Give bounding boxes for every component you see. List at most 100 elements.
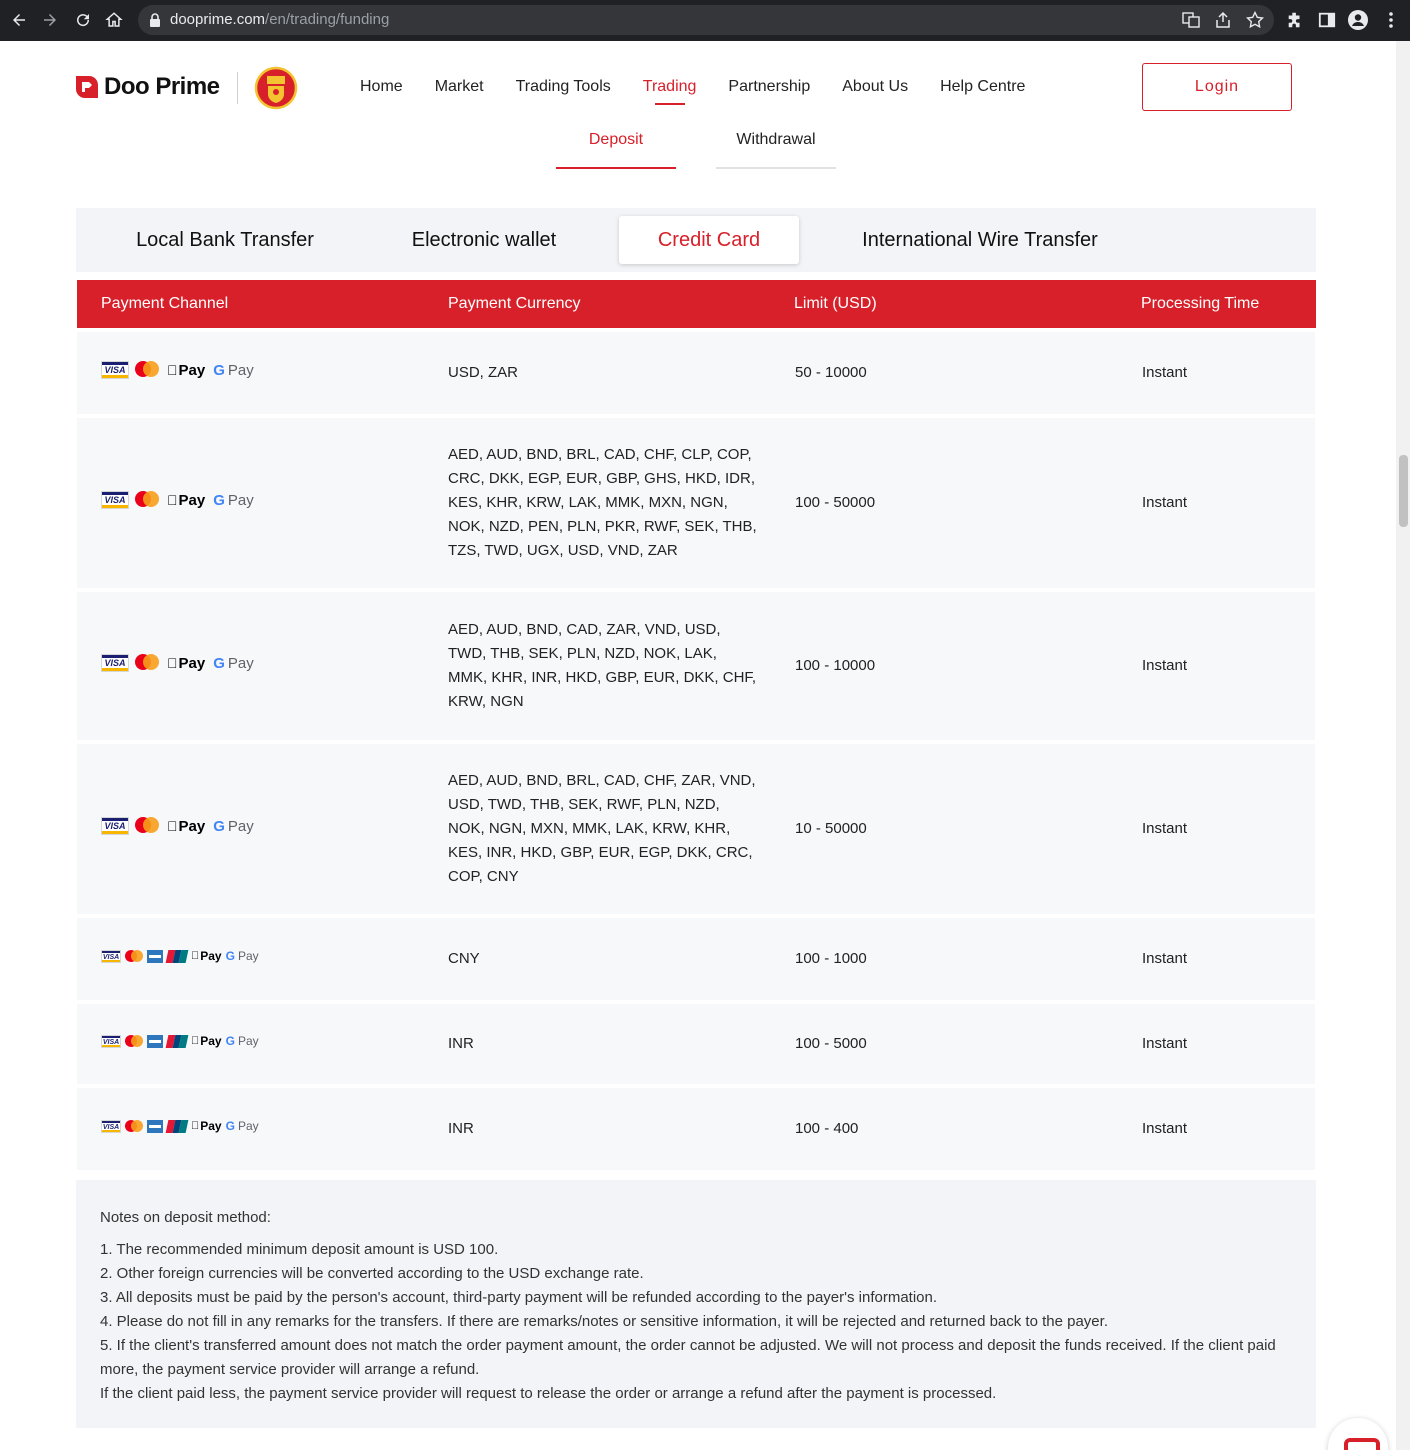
payment-channel-icons: VISA Pay GPay xyxy=(101,1034,259,1048)
address-bar[interactable]: dooprime.com/en/trading/funding xyxy=(138,5,1274,35)
table-header: Payment Channel Payment Currency Limit (… xyxy=(77,280,1316,328)
unionpay-icon xyxy=(165,949,189,963)
tab-international-wire-transfer[interactable]: International Wire Transfer xyxy=(846,216,1114,264)
processing-time-cell: Instant xyxy=(1142,1120,1188,1137)
home-icon[interactable] xyxy=(101,7,127,33)
tab-electronic-wallet[interactable]: Electronic wallet xyxy=(376,216,592,264)
table-row: VISA Pay GPay CNY 100 - 1000 Instant xyxy=(77,918,1315,1000)
google-pay-icon: G Pay xyxy=(202,361,254,379)
visa-icon: VISA xyxy=(101,654,129,672)
nav-help-centre[interactable]: Help Centre xyxy=(940,78,1025,96)
scrollbar-thumb[interactable] xyxy=(1399,455,1408,527)
extensions-icon[interactable] xyxy=(1285,10,1305,30)
apple-pay-icon: Pay xyxy=(191,1119,222,1133)
logo-divider xyxy=(237,72,238,104)
mastercard-icon xyxy=(135,361,161,379)
deposit-notes: Notes on deposit method: 1. The recommen… xyxy=(76,1180,1316,1428)
table-row: VISA Pay GPay AED, AUD, BND, BRL, CAD, … xyxy=(77,418,1315,588)
reload-icon[interactable] xyxy=(70,7,96,33)
visa-icon: VISA xyxy=(101,817,129,835)
mastercard-icon xyxy=(135,491,161,509)
nav-home[interactable]: Home xyxy=(360,78,403,96)
processing-time-cell: Instant xyxy=(1142,950,1188,967)
limit-cell: 100 - 50000 xyxy=(795,494,876,511)
profile-icon[interactable] xyxy=(1348,10,1368,30)
tab-withdrawal[interactable]: Withdrawal xyxy=(716,130,836,169)
apple-pay-icon: Pay xyxy=(167,361,205,379)
nav-trading-tools[interactable]: Trading Tools xyxy=(516,78,611,96)
note-line: 3. All deposits must be paid by the pers… xyxy=(100,1289,938,1306)
nav-about-us[interactable]: About Us xyxy=(842,78,908,96)
visa-icon: VISA xyxy=(101,491,129,509)
table-row: VISA Pay GPay INR 100 - 400 Instant xyxy=(77,1088,1315,1170)
amex-icon xyxy=(147,1034,163,1048)
nav-market[interactable]: Market xyxy=(435,78,484,96)
note-line: 1. The recommended minimum deposit amoun… xyxy=(100,1241,499,1258)
payment-channel-icons: VISA Pay GPay xyxy=(101,949,259,963)
brand-mark-icon xyxy=(76,76,98,98)
apple-pay-icon: Pay xyxy=(167,654,205,672)
tab-local-bank-transfer[interactable]: Local Bank Transfer xyxy=(116,216,334,264)
processing-time-cell: Instant xyxy=(1142,820,1188,837)
visa-icon: VISA xyxy=(101,1034,121,1048)
currency-cell: INR xyxy=(448,1035,474,1052)
google-pay-icon: G Pay xyxy=(217,1034,259,1048)
processing-time-cell: Instant xyxy=(1142,364,1188,381)
limit-cell: 10 - 50000 xyxy=(795,820,867,837)
header-payment-channel: Payment Channel xyxy=(101,295,229,312)
google-pay-icon: G Pay xyxy=(202,817,254,835)
limit-cell: 50 - 10000 xyxy=(795,364,867,381)
note-line: 5. If the client's transferred amount do… xyxy=(100,1337,1276,1378)
currency-cell: AED, AUD, BND, CAD, ZAR, VND, USD, TWD, … xyxy=(448,621,757,710)
limit-cell: 100 - 1000 xyxy=(795,950,867,967)
menu-dots-icon[interactable] xyxy=(1381,10,1401,30)
table-row: VISA Pay GPay AED, AUD, BND, CAD, ZAR, … xyxy=(77,592,1315,740)
side-panel-icon[interactable] xyxy=(1317,10,1337,30)
processing-time-cell: Instant xyxy=(1142,657,1188,674)
notes-title: Notes on deposit method: xyxy=(100,1209,271,1226)
tab-deposit[interactable]: Deposit xyxy=(556,130,676,169)
currency-cell: INR xyxy=(448,1120,474,1137)
club-crest-logo xyxy=(254,66,298,110)
currency-cell: AED, AUD, BND, BRL, CAD, CHF, ZAR, VND, … xyxy=(448,772,756,885)
tab-credit-card[interactable]: Credit Card xyxy=(619,216,799,264)
google-pay-icon: G Pay xyxy=(202,654,254,672)
payment-channel-icons: VISA Pay GPay xyxy=(101,491,254,509)
visa-icon: VISA xyxy=(101,949,121,963)
header-payment-currency: Payment Currency xyxy=(448,295,581,312)
apple-pay-icon: Pay xyxy=(191,949,222,963)
translate-icon[interactable] xyxy=(1182,11,1200,29)
page-scrollbar[interactable] xyxy=(1396,41,1410,1450)
mastercard-icon xyxy=(135,654,161,672)
header-limit: Limit (USD) xyxy=(794,295,877,312)
note-line: 4. Please do not fill in any remarks for… xyxy=(100,1313,1108,1330)
note-line: If the client paid less, the payment ser… xyxy=(100,1385,997,1402)
unionpay-icon xyxy=(165,1034,189,1048)
limit-cell: 100 - 10000 xyxy=(795,657,876,674)
google-pay-icon: G Pay xyxy=(217,949,259,963)
payment-channel-icons: VISA Pay GPay xyxy=(101,654,254,672)
currency-cell: USD, ZAR xyxy=(448,364,519,381)
mastercard-icon xyxy=(135,817,161,835)
url-text: dooprime.com/en/trading/funding xyxy=(170,11,390,28)
star-icon[interactable] xyxy=(1246,11,1264,29)
google-pay-icon: G Pay xyxy=(202,491,254,509)
live-chat-button[interactable] xyxy=(1328,1418,1388,1450)
share-icon[interactable] xyxy=(1214,11,1232,29)
back-icon[interactable] xyxy=(6,7,32,33)
nav-partnership[interactable]: Partnership xyxy=(728,78,810,96)
nav-trading[interactable]: Trading xyxy=(643,78,696,105)
currency-cell: AED, AUD, BND, BRL, CAD, CHF, CLP, COP, … xyxy=(448,446,757,559)
processing-time-cell: Instant xyxy=(1142,1035,1188,1052)
table-row: VISA Pay GPay USD, ZAR 50 - 10000 Insta… xyxy=(77,332,1315,414)
brand-logo[interactable]: Doo Prime xyxy=(76,73,220,101)
currency-cell: CNY xyxy=(448,950,480,967)
main-nav: Home Market Trading Tools Trading Partne… xyxy=(360,78,1057,105)
payment-channel-icons: VISA Pay GPay xyxy=(101,817,254,835)
limit-cell: 100 - 5000 xyxy=(795,1035,867,1052)
login-button[interactable]: Login xyxy=(1142,63,1292,111)
visa-icon: VISA xyxy=(101,361,129,379)
brand-name: Doo Prime xyxy=(104,73,220,100)
mastercard-icon xyxy=(125,949,143,963)
forward-icon[interactable] xyxy=(37,7,63,33)
